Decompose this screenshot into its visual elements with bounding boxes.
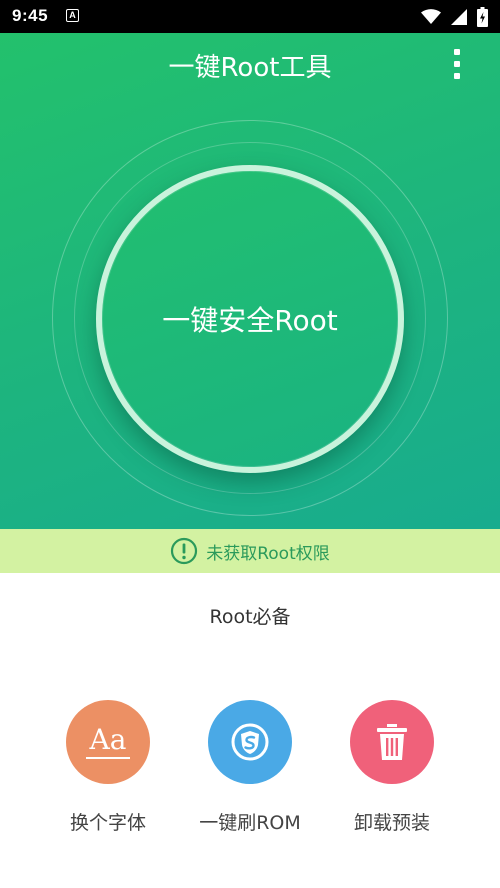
uninstall-preinstalled-button[interactable]: 卸载预装: [322, 700, 462, 835]
root-button-label: 一键安全Root: [162, 304, 338, 337]
shield-s-icon: [208, 700, 292, 784]
one-key-root-button[interactable]: 一键安全Root: [96, 165, 404, 473]
app-title: 一键Root工具: [168, 53, 332, 83]
tool-label: 换个字体: [69, 812, 146, 834]
alert-circle-icon: [171, 537, 198, 565]
signal-icon: [451, 9, 467, 25]
tool-label: 卸载预装: [353, 812, 430, 834]
notification-a-icon: A: [66, 9, 79, 22]
battery-icon: [477, 7, 488, 27]
more-vert-icon[interactable]: [450, 49, 464, 85]
root-status-notice: 未获取Root权限: [0, 529, 500, 573]
hero-panel: 一键Root工具 一键安全Root: [0, 33, 500, 529]
change-font-button[interactable]: Aa 换个字体: [38, 700, 178, 835]
tool-label: 一键刷ROM: [199, 812, 301, 834]
notice-text: 未获取Root权限: [206, 543, 330, 564]
flash-rom-button[interactable]: 一键刷ROM: [180, 700, 320, 835]
status-time: 9:45: [12, 6, 49, 25]
status-bar: 9:45 A: [0, 0, 500, 33]
wifi-icon: [421, 9, 441, 24]
trash-icon: [350, 700, 434, 784]
font-icon: Aa: [66, 700, 150, 784]
section-title: Root必备: [209, 606, 291, 628]
status-icons: [421, 7, 488, 27]
